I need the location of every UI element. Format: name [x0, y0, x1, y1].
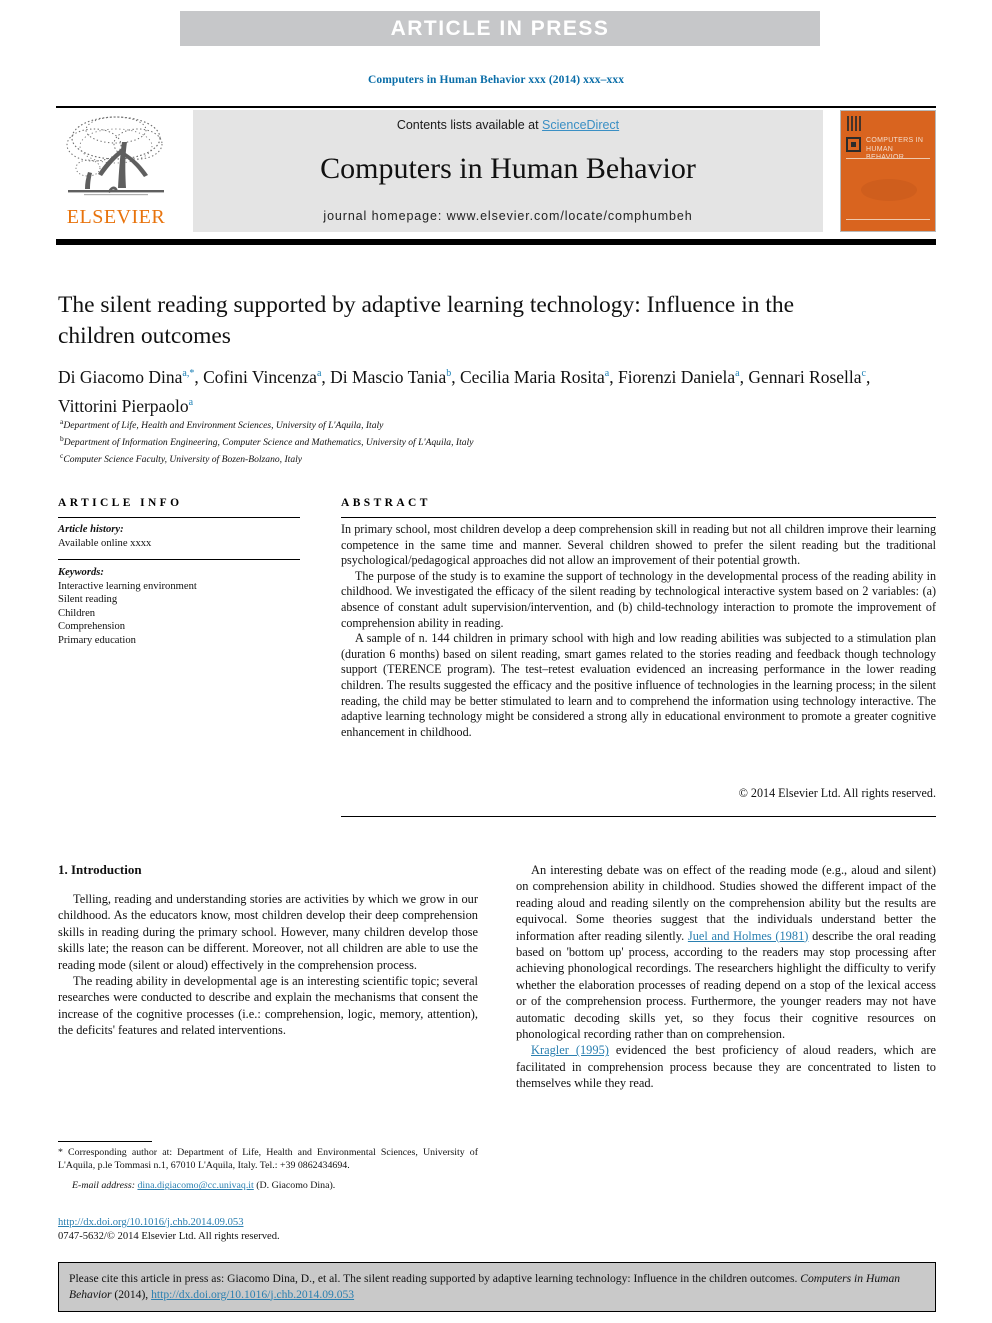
keyword-item: Children: [58, 607, 96, 619]
cover-divider-bottom: [846, 219, 930, 220]
citation-link-kragler[interactable]: Kragler (1995): [531, 1043, 609, 1057]
article-history: Article history: Available online xxxx: [58, 523, 300, 550]
body-text: describe the oral reading based on 'bott…: [516, 928, 936, 1042]
article-info-block: Article history: Available online xxxx: [58, 523, 300, 556]
masthead-bottom-bar: [56, 239, 936, 245]
author-affil-mark: a,*: [182, 368, 195, 379]
cite-doi-link[interactable]: http://dx.doi.org/10.1016/j.chb.2014.09.…: [151, 1288, 354, 1301]
author-name: , Di Mascio Tania: [321, 366, 447, 387]
affiliations-list: aDepartment of Life, Health and Environm…: [60, 416, 920, 466]
body-column-right: An interesting debate was on effect of t…: [516, 862, 936, 1092]
abstract-paragraph: The purpose of the study is to examine t…: [341, 568, 936, 630]
journal-masthead: ELSEVIER Contents lists available at Sci…: [56, 110, 936, 232]
keywords-block: Keywords: Interactive learning environme…: [58, 566, 300, 648]
author-name: , Fiorenzi Daniela: [609, 366, 736, 387]
author-list: Di Giacomo Dinaa,*, Cofini Vincenzaa , Di…: [58, 361, 918, 419]
abstract-heading: ABSTRACT: [341, 497, 431, 509]
body-paragraph: An interesting debate was on effect of t…: [516, 862, 936, 1042]
cover-divider-top: [846, 158, 930, 159]
article-history-value: Available online xxxx: [58, 537, 152, 549]
keyword-item: Silent reading: [58, 594, 118, 606]
author-name: , Cofini Vincenza: [194, 366, 317, 387]
keyword-item: Primary education: [58, 634, 136, 646]
body-paragraph: The reading ability in developmental age…: [58, 974, 478, 1038]
cover-publisher-mark-icon: [846, 137, 861, 152]
cover-barcode-icon: [847, 116, 862, 131]
affiliation-text: Computer Science Faculty, University of …: [63, 453, 303, 465]
cover-graphic: [861, 179, 917, 201]
masthead-top-rule: [56, 106, 936, 108]
email-label: E-mail address:: [72, 1180, 135, 1192]
email-suffix: (D. Giacomo Dina).: [253, 1180, 336, 1192]
section-heading-introduction: 1. Introduction: [58, 862, 142, 877]
article-history-label: Article history:: [58, 524, 124, 535]
article-info-heading: ARTICLE INFO: [58, 497, 183, 509]
body-column-left: 1. Introduction Telling, reading and und…: [58, 862, 478, 1039]
footnote-rule: [58, 1141, 152, 1142]
cite-year: (2014),: [111, 1287, 152, 1301]
article-in-press-banner: ARTICLE IN PRESS: [180, 11, 820, 46]
keywords-rule: [58, 559, 300, 560]
elsevier-tree-icon: [66, 116, 164, 196]
author-name: Di Giacomo Dina: [58, 366, 183, 387]
elsevier-wordmark: ELSEVIER: [66, 206, 166, 228]
page-title: The silent reading supported by adaptive…: [58, 292, 795, 349]
corresponding-author-note: * Corresponding author at: Department of…: [58, 1147, 478, 1172]
affiliation-text: Department of Life, Health and Environme…: [63, 420, 384, 432]
abstract-bottom-rule: [341, 816, 936, 817]
author-name: , Gennari Rosella: [739, 366, 862, 387]
paper-page: ARTICLE IN PRESS Computers in Human Beha…: [0, 0, 992, 1323]
author-affil-mark: a: [188, 396, 194, 408]
elsevier-logo: ELSEVIER: [56, 110, 176, 232]
journal-cover-thumbnail: COMPUTERS IN HUMAN BEHAVIOR: [840, 110, 936, 232]
journal-title: Computers in Human Behavior: [320, 152, 696, 185]
affiliation-item: cComputer Science Faculty, University of…: [60, 450, 920, 467]
body-paragraph: Telling, reading and understanding stori…: [58, 892, 478, 972]
journal-homepage-line: journal homepage: www.elsevier.com/locat…: [323, 209, 693, 223]
contents-lists-line: Contents lists available at ScienceDirec…: [193, 118, 823, 132]
abstract-rule: [341, 517, 936, 518]
contents-lists-prefix: Contents lists available at: [396, 118, 543, 132]
sciencedirect-link[interactable]: ScienceDirect: [542, 118, 619, 132]
article-info-rule: [58, 517, 300, 518]
abstract-body: In primary school, most children develop…: [341, 522, 936, 740]
abstract-paragraph: In primary school, most children develop…: [341, 522, 936, 568]
cite-prefix: Please cite this article in press as: Gi…: [69, 1272, 801, 1285]
running-head-citation: Computers in Human Behavior xxx (2014) x…: [367, 74, 625, 86]
author-name: , Cecilia Maria Rosita: [451, 366, 605, 387]
email-note: E-mail address: dina.digiacomo@cc.univaq…: [58, 1179, 478, 1192]
doi-link[interactable]: http://dx.doi.org/10.1016/j.chb.2014.09.…: [58, 1216, 488, 1230]
affiliation-item: bDepartment of Information Engineering, …: [60, 433, 920, 450]
abstract-paragraph: A sample of n. 144 children in primary s…: [341, 631, 936, 739]
affiliation-text: Department of Information Engineering, C…: [63, 436, 474, 448]
body-paragraph: Kragler (1995) evidenced the best profic…: [516, 1042, 936, 1091]
affiliation-item: aDepartment of Life, Health and Environm…: [60, 416, 920, 433]
email-link[interactable]: dina.digiacomo@cc.univaq.it: [137, 1180, 253, 1191]
keywords-label: Keywords:: [58, 567, 104, 578]
cite-this-article-box: Please cite this article in press as: Gi…: [58, 1262, 936, 1312]
doi-block: http://dx.doi.org/10.1016/j.chb.2014.09.…: [58, 1216, 488, 1244]
keyword-item: Comprehension: [58, 621, 126, 633]
issn-copyright-line: 0747-5632/© 2014 Elsevier Ltd. All right…: [58, 1231, 280, 1242]
footnote-block: * Corresponding author at: Department of…: [58, 1146, 478, 1193]
abstract-copyright: © 2014 Elsevier Ltd. All rights reserved…: [738, 786, 936, 800]
masthead-center-panel: Contents lists available at ScienceDirec…: [193, 110, 823, 232]
keyword-item: Interactive learning environment: [58, 580, 197, 592]
citation-link-juel-holmes[interactable]: Juel and Holmes (1981): [688, 929, 809, 943]
